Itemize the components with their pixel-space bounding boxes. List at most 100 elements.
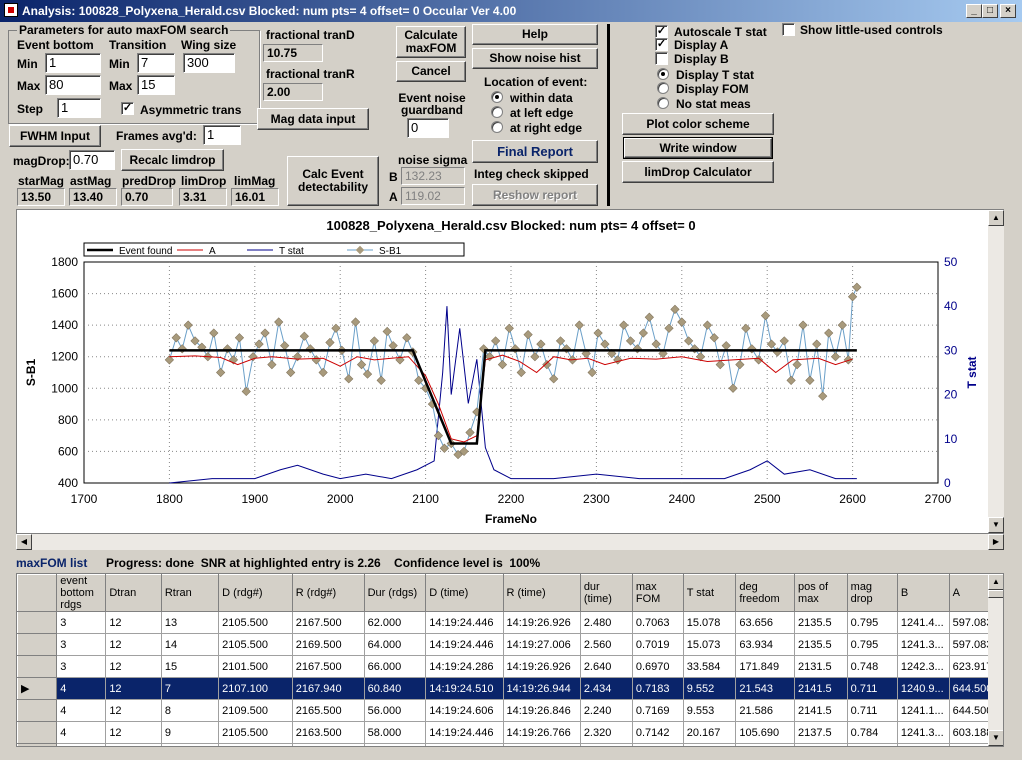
column-header[interactable]: R (time): [502, 574, 581, 612]
table-cell: 2163.500: [291, 721, 365, 744]
noise-b-label: B: [389, 170, 398, 184]
display-a-checkbox[interactable]: ✓: [655, 38, 668, 51]
table-cell: 0.784: [846, 721, 898, 744]
table-scroll-thumb[interactable]: [988, 590, 1003, 598]
row-selector[interactable]: [17, 633, 58, 656]
minimize-button[interactable]: _: [966, 4, 982, 18]
event-bottom-step-input[interactable]: 1: [57, 98, 101, 118]
column-header[interactable]: event bottom rdgs: [56, 574, 107, 612]
cancel-button[interactable]: Cancel: [396, 61, 466, 82]
table-row[interactable]: 4 12 9 2105.500 2163.500 58.000 14:19:24.446 14…: [17, 721, 1003, 744]
table-row[interactable]: ▶ 4 12 7 2107.100 2167.940 60.840 14:19:24.510 1…: [17, 677, 1003, 700]
column-header[interactable]: Dtran: [105, 574, 162, 612]
chart-scroll-down-icon[interactable]: ▼: [988, 517, 1004, 533]
help-button[interactable]: Help: [472, 24, 598, 45]
table-cell: 60.840: [363, 677, 427, 700]
column-header[interactable]: D (time): [425, 574, 504, 612]
table-row[interactable]: 3 12 13 2105.500 2167.500 62.000 14:19:24.446 1…: [17, 611, 1003, 634]
guardband-input[interactable]: 0: [407, 118, 449, 138]
column-header[interactable]: pos of max: [794, 574, 848, 612]
recalc-limdrop-button[interactable]: Recalc limdrop: [121, 149, 224, 171]
table-header-row: event bottom rdgs Dtran Rtran D (rdg#) R (rd…: [17, 574, 1003, 612]
asymmetric-trans-checkbox[interactable]: ✓: [121, 102, 134, 115]
column-header[interactable]: dur (time): [579, 574, 633, 612]
fwhm-input-button[interactable]: FWHM Input: [9, 125, 101, 147]
display-b-checkbox[interactable]: [655, 52, 668, 65]
close-button[interactable]: ×: [1000, 4, 1016, 18]
row-selector[interactable]: [17, 611, 58, 634]
wing-size-label: Wing size: [181, 38, 237, 52]
loc-within-radio[interactable]: [491, 91, 503, 103]
write-window-button[interactable]: Write window: [623, 137, 773, 159]
table-cell: 105.690: [735, 721, 796, 744]
limdrop-calculator-button[interactable]: limDrop Calculator: [622, 161, 774, 183]
mag-data-input-button[interactable]: Mag data input: [257, 108, 369, 130]
display-t-radio[interactable]: [657, 68, 669, 80]
event-bottom-max-input[interactable]: 80: [45, 75, 101, 95]
frames-avg-input[interactable]: 1: [203, 125, 241, 145]
loc-left-radio[interactable]: [491, 106, 503, 118]
loc-within-label: within data: [510, 91, 573, 105]
maximize-button[interactable]: □: [982, 4, 998, 18]
chart-scroll-right-icon[interactable]: ▶: [988, 534, 1004, 550]
column-header[interactable]: T stat: [682, 574, 737, 612]
column-header[interactable]: D (rdg#): [218, 574, 293, 612]
table-cell: 2135.5: [794, 633, 848, 656]
magdrop-input[interactable]: 0.70: [69, 150, 115, 170]
table-row[interactable]: 412102105.5002165.50060.00014:19:24.4461…: [17, 743, 1003, 746]
wing-size-input[interactable]: 300: [183, 53, 235, 73]
table-scroll-up-icon[interactable]: ▲: [988, 574, 1003, 590]
table-cell: 0.7142: [631, 721, 684, 744]
table-row[interactable]: 3 12 15 2101.500 2167.500 66.000 14:19:24.286 1…: [17, 655, 1003, 678]
column-header[interactable]: Dur (rdgs): [363, 574, 427, 612]
row-selector[interactable]: [17, 699, 58, 722]
legend-label: Event found: [119, 246, 172, 257]
column-header[interactable]: B: [896, 574, 950, 612]
y2-axis-label: T stat: [965, 356, 979, 388]
y-tick-label: 400: [58, 476, 78, 490]
loc-right-radio[interactable]: [491, 121, 503, 133]
ast-mag-value: 13.40: [69, 188, 117, 206]
calculate-maxfom-button[interactable]: Calculate maxFOM: [396, 26, 466, 58]
table-vertical-scrollbar[interactable]: ▲ ▼: [988, 574, 1003, 746]
show-noise-hist-button[interactable]: Show noise hist: [472, 48, 598, 69]
chart-vertical-scrollbar[interactable]: ▲ ▼: [988, 210, 1004, 533]
calc-event-detectability-button[interactable]: Calc Event detectability: [287, 156, 379, 206]
column-header[interactable]: max FOM: [631, 574, 684, 612]
x-tick-label: 2600: [839, 492, 866, 506]
column-header[interactable]: deg freedom: [735, 574, 796, 612]
column-header[interactable]: Rtran: [160, 574, 220, 612]
table-cell: 0.7063: [631, 611, 684, 634]
column-header[interactable]: mag drop: [846, 574, 898, 612]
row-selector[interactable]: [17, 721, 58, 744]
eb-min-label: Min: [17, 57, 38, 71]
plot-color-scheme-button[interactable]: Plot color scheme: [622, 113, 774, 135]
column-header[interactable]: R (rdg#): [291, 574, 365, 612]
autoscale-checkbox[interactable]: ✓: [655, 25, 668, 38]
transition-max-input[interactable]: 15: [137, 75, 175, 95]
title-bar[interactable]: Analysis: 100828_Polyxena_Herald.csv Blo…: [0, 0, 1022, 22]
table-cell: 14:19:27.006: [502, 633, 581, 656]
row-selector[interactable]: ▶: [17, 677, 58, 700]
table-cell: 1241.3...: [896, 721, 950, 744]
table-row[interactable]: 4 12 8 2109.500 2165.500 56.000 14:19:24.606 14…: [17, 699, 1003, 722]
row-selector[interactable]: [17, 743, 58, 746]
integ-check-label: Integ check skipped: [474, 167, 589, 181]
final-report-button[interactable]: Final Report: [472, 140, 598, 163]
table-cell: 2.400: [579, 743, 633, 746]
display-fom-radio[interactable]: [657, 82, 669, 94]
no-stat-radio[interactable]: [657, 97, 669, 109]
chart-area: 100828_Polyxena_Herald.csv Blocked: num …: [16, 209, 1004, 534]
reshow-report-button[interactable]: Reshow report: [472, 184, 598, 206]
table-scroll-down-icon[interactable]: ▼: [988, 730, 1003, 746]
y-tick-label: 1000: [51, 381, 78, 395]
table-cell: 14:19:26.926: [502, 611, 581, 634]
chart-scroll-left-icon[interactable]: ◀: [16, 534, 32, 550]
chart-horizontal-scrollbar[interactable]: ◀ ▶: [16, 534, 1004, 550]
show-little-used-checkbox[interactable]: [782, 23, 795, 36]
transition-min-input[interactable]: 7: [137, 53, 175, 73]
table-row[interactable]: 3 12 14 2105.500 2169.500 64.000 14:19:24.446 1…: [17, 633, 1003, 656]
chart-scroll-up-icon[interactable]: ▲: [988, 210, 1004, 226]
row-selector[interactable]: [17, 655, 58, 678]
event-bottom-min-input[interactable]: 1: [45, 53, 101, 73]
